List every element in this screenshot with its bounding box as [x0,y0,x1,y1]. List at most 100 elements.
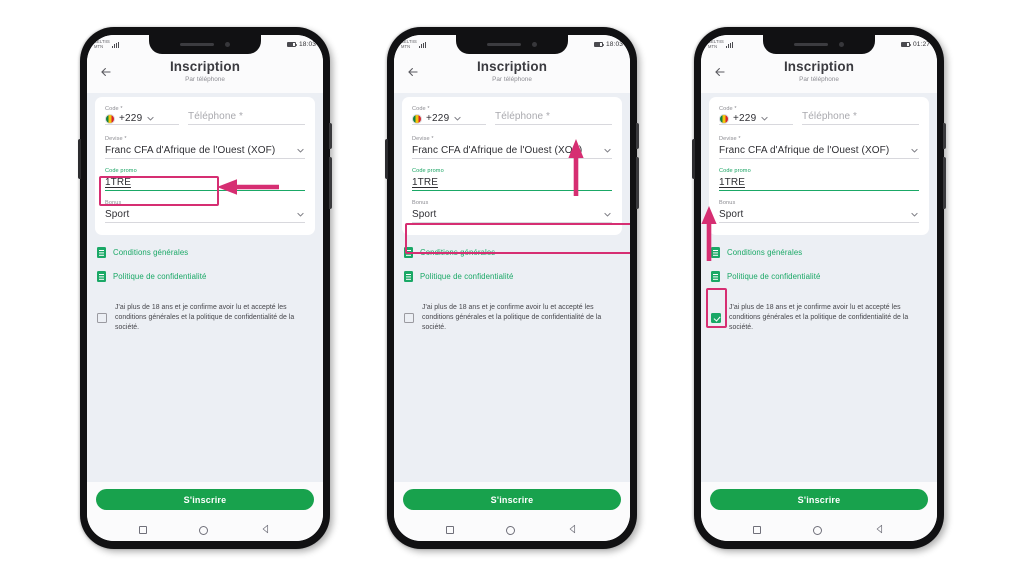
carrier-name: CELTIIS MTN [708,39,724,49]
square-recents-icon[interactable] [446,526,455,534]
privacy-link[interactable]: Politique de confidentialité [97,271,315,283]
page-title: Inscription [783,59,855,74]
page-subtitle: Par téléphone [492,76,532,83]
phone-number-field[interactable]: Téléphone * [188,109,305,125]
triangle-back-icon[interactable] [261,521,271,539]
bonus-value-row: Sport [105,207,305,222]
phone-mockup-2: CELTIIS MTN 18:03 Inscription Par téléph… [385,27,639,549]
country-code-label: Code * [719,106,737,112]
legal-links: Conditions générales Politique de confid… [709,247,929,295]
phone-number-underline [495,124,612,125]
circle-home-icon[interactable] [506,525,516,535]
carrier-name: CELTIIS MTN [94,39,110,49]
phone-side-button-left [78,139,81,179]
bonus-value: Sport [412,208,437,220]
country-code-value: +229 [426,113,450,124]
country-code-field[interactable]: Code * +229 [105,106,179,125]
status-bar-right: 01:27 [901,41,930,48]
phone-number-field[interactable]: Téléphone * [802,109,919,125]
phone-number-placeholder: Téléphone * [188,111,244,122]
submit-area: S'inscrire [87,482,323,519]
carrier-name: CELTIIS MTN [401,39,417,49]
currency-value: Franc CFA d'Afrique de l'Ouest (XOF) [719,144,890,156]
status-bar-left: CELTIIS MTN [708,39,734,49]
bonus-underline [719,221,919,223]
document-icon [97,271,106,283]
square-recents-icon[interactable] [139,526,148,534]
bonus-value-row: Sport [719,207,919,222]
currency-value-row: Franc CFA d'Afrique de l'Ouest (XOF) [105,143,305,158]
chevron-down-icon [760,114,769,123]
country-code-field[interactable]: Code * +229 [412,106,486,125]
page-title: Inscription [476,59,548,74]
circle-home-icon[interactable] [199,525,209,535]
submit-button[interactable]: S'inscrire [96,489,314,510]
earpiece-speaker-icon [486,42,521,47]
consent-row: J'ai plus de 18 ans et je confirme avoir… [706,288,929,332]
phone-screen-1: CELTIIS MTN 18:03 Inscription Par téléph… [87,35,323,541]
chevron-down-icon [910,210,919,219]
phone-mockup-1: CELTIIS MTN 18:03 Inscription Par téléph… [78,27,332,549]
app-content: Code * +229 Téléphone * Devise * Franc C… [701,93,937,482]
status-bar-right: 18:03 [287,41,316,48]
country-code-field[interactable]: Code * +229 [719,106,793,125]
submit-button[interactable]: S'inscrire [710,489,928,510]
terms-link-label: Conditions générales [727,248,803,258]
bonus-underline [412,221,612,223]
benin-flag-icon [412,113,422,124]
phone-volume-button [329,123,332,149]
battery-icon [901,42,912,47]
phone-number-field[interactable]: Téléphone * [495,109,612,125]
triangle-back-icon[interactable] [568,521,578,539]
bonus-select[interactable]: Bonus Sport [105,200,305,223]
android-nav-bar [701,519,937,541]
bonus-label: Bonus [412,199,429,206]
consent-checkbox[interactable] [97,312,107,323]
phone-volume-button [943,123,946,149]
country-code-value-row: +229 [105,113,179,124]
earpiece-speaker-icon [793,42,828,47]
phone-notch [456,35,568,54]
registration-form-card: Code * +229 Téléphone * Devise * Franc C… [709,97,929,236]
triangle-back-icon[interactable] [875,521,885,539]
app-header: Inscription Par téléphone [394,54,630,93]
country-code-value: +229 [733,113,757,124]
terms-link[interactable]: Conditions générales [97,247,315,259]
document-icon [404,271,413,283]
promo-code-field[interactable]: Code promo 1TRE [719,168,919,191]
consent-row: J'ai plus de 18 ans et je confirme avoir… [95,303,315,332]
privacy-link-label: Politique de confidentialité [113,272,207,282]
page-subtitle: Par téléphone [185,76,225,83]
privacy-link[interactable]: Politique de confidentialité [711,271,929,283]
currency-select[interactable]: Devise * Franc CFA d'Afrique de l'Ouest … [719,136,919,159]
phone-number-placeholder: Téléphone * [495,111,551,122]
status-bar-clock: 01:27 [912,41,930,48]
promo-code-value: 1TRE [719,176,745,188]
terms-link[interactable]: Conditions générales [404,247,622,259]
currency-underline [719,157,919,159]
chevron-down-icon [910,146,919,155]
terms-link[interactable]: Conditions générales [711,247,929,259]
privacy-link-label: Politique de confidentialité [420,272,514,282]
bonus-select[interactable]: Bonus Sport [719,200,919,223]
privacy-link[interactable]: Politique de confidentialité [404,271,622,283]
circle-home-icon[interactable] [813,525,823,535]
signal-bars-icon [418,41,427,48]
consent-checkbox[interactable] [711,312,721,323]
chevron-down-icon [603,146,612,155]
consent-checkbox[interactable] [404,312,414,323]
square-recents-icon[interactable] [753,526,762,534]
annotation-arrow-up [701,206,717,261]
chevron-down-icon [296,210,305,219]
country-code-label: Code * [412,106,430,112]
submit-button[interactable]: S'inscrire [403,489,621,510]
phone-row: Code * +229 Téléphone * [412,106,612,127]
header-titles: Inscription Par téléphone [97,59,313,84]
currency-select[interactable]: Devise * Franc CFA d'Afrique de l'Ouest … [105,136,305,159]
bonus-select[interactable]: Bonus Sport [412,200,612,223]
phone-notch [763,35,875,54]
screenshot-stage: CELTIIS MTN 18:03 Inscription Par téléph… [0,0,1024,576]
